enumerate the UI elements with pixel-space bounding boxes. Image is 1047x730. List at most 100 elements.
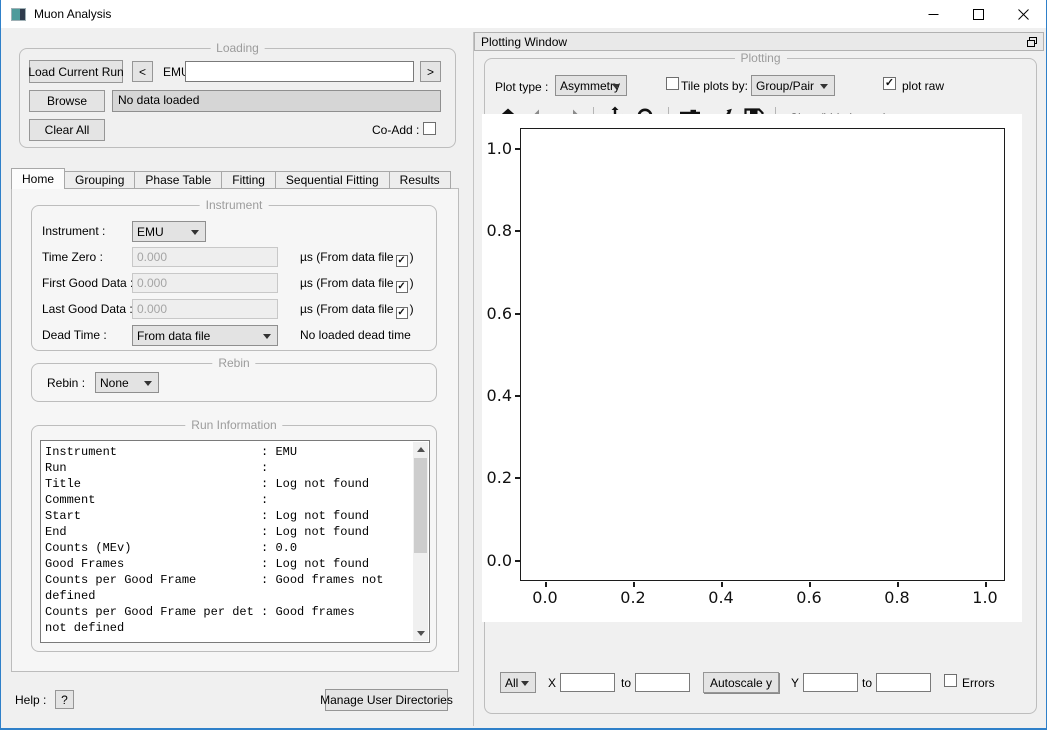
rebin-dropdown[interactable]: None	[95, 372, 159, 393]
instrument-legend: Instrument	[200, 198, 269, 212]
run-information-legend: Run Information	[185, 418, 282, 432]
run-number-input[interactable]	[185, 61, 414, 82]
autoscale-y-button[interactable]: Autoscale y	[703, 672, 779, 693]
scroll-down-icon[interactable]	[413, 626, 428, 641]
browse-button[interactable]: Browse	[29, 90, 105, 112]
plot-raw-checkbox[interactable]: ✓	[883, 77, 896, 90]
last-good-data-label: Last Good Data :	[42, 302, 133, 316]
maximize-icon	[973, 9, 984, 20]
y-to-label: to	[862, 676, 872, 690]
chevron-down-icon	[612, 84, 620, 89]
time-zero-from-file-checkbox[interactable]: ✓	[396, 255, 408, 267]
tile-by-dropdown[interactable]: Group/Pair	[751, 75, 835, 96]
first-good-data-input[interactable]	[132, 273, 278, 293]
x-tick-label: 1.0	[963, 588, 1007, 607]
help-button[interactable]: ?	[55, 690, 74, 709]
y-max-input[interactable]	[876, 673, 931, 692]
app-icon	[11, 8, 26, 21]
run-information-scrollbar[interactable]	[413, 442, 428, 641]
float-window-icon[interactable]	[1026, 36, 1038, 48]
plot-canvas[interactable]: 1.0 0.8 0.6 0.4 0.2 0.0 0.0 0.2 0.4 0.6 …	[482, 114, 1022, 622]
main-tab-bar: Home Grouping Phase Table Fitting Sequen…	[11, 168, 451, 189]
window-title: Muon Analysis	[34, 7, 111, 21]
last-good-data-from-file-checkbox[interactable]: ✓	[396, 307, 408, 319]
x-tick-label: 0.2	[611, 588, 655, 607]
tab-sequential-fitting[interactable]: Sequential Fitting	[276, 171, 390, 189]
y-tick-label: 0.8	[478, 221, 512, 241]
time-zero-label: Time Zero :	[42, 250, 103, 264]
tab-results[interactable]: Results	[390, 171, 451, 189]
muon-analysis-window: Muon Analysis Loading Load Current Run <…	[0, 0, 1047, 730]
co-add-checkbox[interactable]	[423, 122, 436, 135]
y-tick-label: 0.4	[478, 386, 512, 406]
tab-phase-table[interactable]: Phase Table	[135, 171, 222, 189]
x-range-label: X	[548, 676, 556, 690]
chevron-down-icon	[820, 84, 828, 89]
plot-type-dropdown[interactable]: Asymmetry	[555, 75, 627, 96]
plotting-window-titlebar[interactable]: Plotting Window	[474, 32, 1044, 51]
next-run-button[interactable]: >	[420, 61, 441, 82]
plot-type-label: Plot type :	[495, 80, 548, 94]
run-information-text: Instrument : EMU Run : Title : Log not f…	[40, 440, 430, 643]
x-tick-label: 0.8	[875, 588, 919, 607]
clear-all-button[interactable]: Clear All	[29, 119, 105, 141]
scroll-up-icon[interactable]	[413, 442, 428, 457]
y-tick-label: 0.0	[478, 551, 512, 571]
minimize-button[interactable]	[911, 0, 956, 28]
load-current-run-button[interactable]: Load Current Run	[29, 60, 123, 83]
last-good-data-suffix: µs (From data file✓)	[300, 302, 414, 319]
chevron-down-icon	[263, 334, 271, 339]
first-good-data-from-file-checkbox[interactable]: ✓	[396, 281, 408, 293]
plot-axes[interactable]	[520, 128, 1005, 581]
first-good-data-label: First Good Data :	[42, 276, 133, 290]
close-button[interactable]	[1001, 0, 1046, 28]
x-max-input[interactable]	[635, 673, 690, 692]
maximize-button[interactable]	[956, 0, 1001, 28]
instrument-group: Instrument Instrument : EMU Time Zero : …	[31, 205, 437, 351]
tab-home[interactable]: Home	[11, 168, 65, 189]
x-tick-label: 0.4	[699, 588, 743, 607]
chevron-down-icon	[144, 381, 152, 386]
y-tick-label: 1.0	[478, 139, 512, 159]
chevron-down-icon	[191, 230, 199, 235]
loading-legend: Loading	[210, 41, 265, 55]
dead-time-dropdown[interactable]: From data file	[132, 325, 278, 346]
run-information-group: Run Information Instrument : EMU Run : T…	[31, 425, 437, 652]
y-tick-label: 0.6	[478, 304, 512, 324]
title-bar[interactable]: Muon Analysis	[1, 0, 1046, 28]
y-range-label: Y	[791, 676, 799, 690]
errors-checkbox[interactable]	[944, 674, 957, 687]
plotting-legend: Plotting	[734, 51, 786, 65]
dead-time-status: No loaded dead time	[300, 328, 411, 342]
tile-plots-label: Tile plots by:	[681, 79, 748, 93]
loaded-data-status: No data loaded	[112, 90, 441, 112]
previous-run-button[interactable]: <	[132, 61, 153, 82]
tile-plots-checkbox[interactable]	[666, 77, 679, 90]
dead-time-label: Dead Time :	[42, 328, 107, 342]
errors-label: Errors	[962, 676, 995, 690]
x-to-label: to	[621, 676, 631, 690]
tab-grouping[interactable]: Grouping	[65, 171, 135, 189]
x-min-input[interactable]	[560, 673, 615, 692]
time-zero-input[interactable]	[132, 247, 278, 267]
rebin-legend: Rebin	[212, 356, 255, 370]
y-tick-label: 0.2	[478, 468, 512, 488]
time-zero-suffix: µs (From data file✓)	[300, 250, 414, 267]
help-label: Help :	[15, 693, 46, 707]
subplot-selector-dropdown[interactable]: All	[500, 672, 536, 693]
x-tick-label: 0.0	[523, 588, 567, 607]
x-tick-label: 0.6	[787, 588, 831, 607]
co-add-label: Co-Add :	[372, 123, 419, 137]
last-good-data-input[interactable]	[132, 299, 278, 319]
first-good-data-suffix: µs (From data file✓)	[300, 276, 414, 293]
chevron-down-icon	[521, 681, 529, 686]
tab-fitting[interactable]: Fitting	[222, 171, 276, 189]
rebin-label: Rebin :	[47, 376, 85, 390]
plot-raw-label: plot raw	[902, 79, 944, 93]
plotting-window-title: Plotting Window	[481, 35, 567, 49]
scrollbar-thumb[interactable]	[414, 458, 427, 553]
instrument-dropdown[interactable]: EMU	[132, 221, 206, 242]
manage-user-directories-button[interactable]: Manage User Directories	[325, 689, 448, 711]
rebin-group: Rebin Rebin : None	[31, 363, 437, 402]
y-min-input[interactable]	[803, 673, 858, 692]
